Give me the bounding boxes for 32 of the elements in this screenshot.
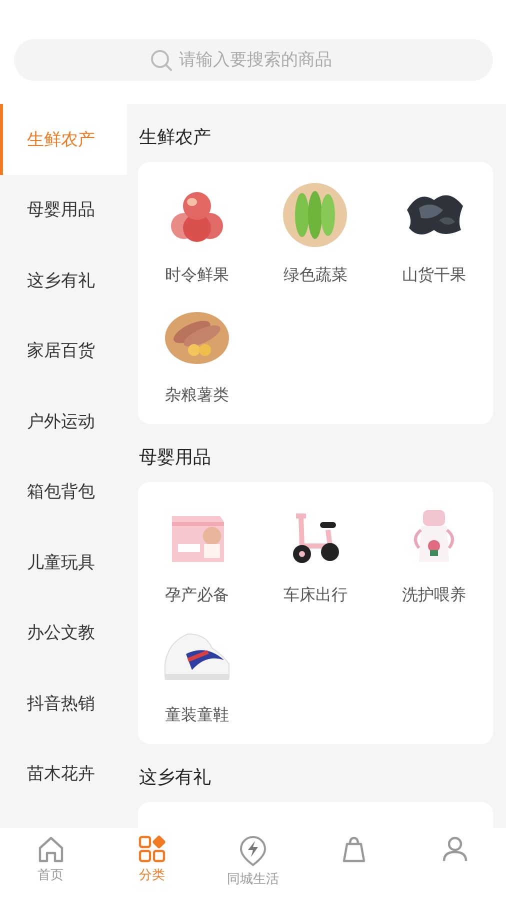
item-label: 洗护喂养	[402, 584, 466, 606]
search-field[interactable]: 请输入要搜索的商品	[14, 39, 493, 81]
category-item[interactable]: 杂粮薯类	[138, 288, 256, 408]
item-label: 山货干果	[402, 264, 466, 286]
section-title: 这乡有礼	[139, 767, 211, 788]
item-label: 童装童鞋	[165, 704, 230, 726]
sidebar-item[interactable]: 苗木花卉	[0, 738, 127, 809]
item-label: 时令鲜果	[165, 264, 230, 286]
sidebar-item[interactable]: 办公文教	[0, 598, 127, 668]
lightning-icon	[238, 834, 268, 868]
search-icon	[150, 49, 172, 71]
category-item[interactable]: 车床出行	[256, 488, 375, 608]
item-label: 孕产必备	[165, 584, 230, 606]
sidebar-item[interactable]: 儿童玩具	[0, 527, 127, 598]
category-item[interactable]: 山货干果	[374, 168, 493, 288]
item-label: 杂粮薯类	[165, 384, 230, 406]
sidebar-item[interactable]: 母婴用品	[0, 174, 127, 245]
sidebar-item[interactable]: 家居百货	[0, 316, 127, 386]
category-item[interactable]: 童装童鞋	[138, 608, 256, 728]
item-label: 车床出行	[283, 584, 348, 606]
sidebar-item[interactable]: 箱包背包	[0, 456, 127, 527]
category-item[interactable]: 洗护喂养	[374, 488, 493, 608]
section-title: 生鲜农产	[139, 127, 211, 148]
category-item[interactable]: 孕产必备	[138, 488, 256, 608]
category-item[interactable]: 绿色蔬菜	[256, 168, 375, 288]
grid-icon	[136, 834, 167, 864]
section-title: 母婴用品	[139, 447, 211, 468]
sidebar-item[interactable]: 这乡有礼	[0, 245, 127, 316]
sidebar-item[interactable]: 户外运动	[0, 386, 127, 456]
item-label: 绿色蔬菜	[283, 264, 348, 286]
category-item[interactable]: 时令鲜果	[138, 168, 256, 288]
sidebar-item[interactable]: 抖音热销	[0, 668, 127, 738]
